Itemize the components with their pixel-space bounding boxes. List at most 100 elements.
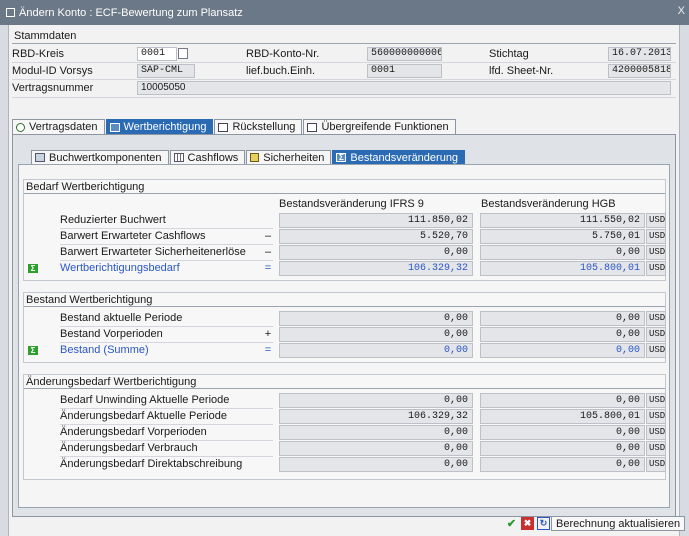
tab-vertragsdaten[interactable]: Vertragsdaten: [12, 119, 105, 134]
ifrs-value[interactable]: 0,00: [279, 425, 473, 440]
rbd-kreis-label: RBD-Kreis: [12, 48, 64, 60]
main-tabstrip: Vertragsdaten Wertberichtigung Rückstell…: [12, 119, 457, 134]
row-label: Bedarf Unwinding Aktuelle Periode: [60, 394, 230, 406]
rbd-kreis-field[interactable]: 0001: [137, 47, 177, 61]
currency-field[interactable]: USD: [646, 343, 666, 358]
sigma-icon: Σ: [28, 346, 38, 355]
sheet-field[interactable]: 4200005818: [608, 64, 671, 78]
hgb-value[interactable]: 0,00: [480, 441, 645, 456]
document-icon: [307, 122, 318, 132]
hgb-value[interactable]: 0,00: [480, 311, 645, 326]
row-operator: =: [264, 262, 272, 274]
ifrs-value[interactable]: 106.329,32: [279, 261, 473, 276]
stichtag-field[interactable]: 16.07.2013: [608, 47, 671, 61]
row-divider: [12, 97, 676, 98]
modul-field[interactable]: SAP-CML: [137, 64, 195, 78]
refresh-icon[interactable]: ↻: [537, 517, 550, 530]
ifrs-value[interactable]: 0,00: [279, 457, 473, 472]
row-operator: –: [264, 246, 272, 258]
row-label: Änderungsbedarf Vorperioden: [60, 426, 207, 438]
tab-buchwertkomponenten[interactable]: Buchwertkomponenten: [31, 150, 169, 164]
cancel-icon[interactable]: ✖: [521, 517, 534, 530]
value-help-icon[interactable]: [178, 48, 188, 59]
table-icon: [109, 122, 120, 132]
sheet-label: lfd. Sheet-Nr.: [489, 65, 554, 77]
tab-label: Sicherheiten: [263, 151, 325, 164]
row-label: Änderungsbedarf Direktabschreibung: [60, 458, 243, 470]
hgb-value[interactable]: 0,00: [480, 343, 645, 358]
currency-field[interactable]: USD: [646, 213, 666, 228]
hgb-value[interactable]: 0,00: [480, 457, 645, 472]
tab-label: Wertberichtigung: [123, 121, 207, 133]
hgb-value[interactable]: 0,00: [480, 245, 645, 260]
hgb-value[interactable]: 105.800,01: [480, 261, 645, 276]
tab-cashflows[interactable]: Cashflows: [169, 150, 246, 164]
row-label: Bestand (Summe): [60, 344, 149, 356]
rbd-konto-field[interactable]: 5600000000065: [367, 47, 442, 61]
row-label: Barwert Erwarteter Cashflows: [60, 230, 206, 242]
calculate-button-label: Berechnung aktualisieren: [556, 517, 681, 530]
dialog-window: Stammdaten RBD-Kreis 0001 RBD-Konto-Nr. …: [8, 25, 680, 536]
tab-label: Vertragsdaten: [29, 121, 98, 133]
close-icon[interactable]: X: [678, 5, 685, 17]
group-title: Änderungsbedarf Wertberichtigung: [24, 375, 665, 389]
sigma-icon: Σ: [336, 153, 347, 162]
currency-field[interactable]: USD: [646, 441, 666, 456]
ifrs-value[interactable]: 0,00: [279, 393, 473, 408]
hgb-value[interactable]: 5.750,01: [480, 229, 645, 244]
confirm-icon[interactable]: ✔: [505, 517, 518, 530]
liefbuch-field[interactable]: 0001: [367, 64, 442, 78]
liefbuch-label: lief.buch.Einh.: [246, 65, 316, 77]
tab-rueckstellung[interactable]: Rückstellung: [214, 119, 303, 134]
currency-field[interactable]: USD: [646, 311, 666, 326]
currency-field[interactable]: USD: [646, 457, 666, 472]
tab-bestandsveraenderung[interactable]: Σ Bestandsveränderung: [332, 150, 466, 164]
magnifier-icon: [16, 122, 25, 132]
row-label: Änderungsbedarf Aktuelle Periode: [60, 410, 227, 422]
ifrs-value[interactable]: 0,00: [279, 327, 473, 342]
ifrs-value[interactable]: 0,00: [279, 343, 473, 358]
hgb-value[interactable]: 0,00: [480, 327, 645, 342]
hgb-value[interactable]: 111.550,02: [480, 213, 645, 228]
hgb-value[interactable]: 105.800,01: [480, 409, 645, 424]
currency-field[interactable]: USD: [646, 261, 666, 276]
hgb-value[interactable]: 0,00: [480, 393, 645, 408]
ifrs-value[interactable]: 0,00: [279, 311, 473, 326]
sub-tabstrip: Buchwertkomponenten Cashflows Sicherheit…: [31, 150, 466, 164]
row-operator: –: [264, 230, 272, 242]
row-label: Wertberichtigungsbedarf: [60, 262, 180, 274]
dialog-toolbar: ✔ ✖ ↻ Berechnung aktualisieren: [505, 516, 686, 531]
stichtag-label: Stichtag: [489, 48, 529, 60]
row-label: Barwert Erwarteter Sicherheitenerlöse: [60, 246, 246, 258]
tab-label: Buchwertkomponenten: [49, 151, 162, 164]
currency-field[interactable]: USD: [646, 393, 666, 408]
window-title: Ändern Konto : ECF-Bewertung zum Plansat…: [19, 6, 243, 19]
tab-wertberichtigung[interactable]: Wertberichtigung: [105, 119, 214, 134]
currency-field[interactable]: USD: [646, 245, 666, 260]
ifrs-value[interactable]: 111.850,02: [279, 213, 473, 228]
sub-tab-panel: Bedarf Wertberichtigung Bestandsveränder…: [18, 164, 670, 508]
currency-field[interactable]: USD: [646, 409, 666, 424]
hgb-value[interactable]: 0,00: [480, 425, 645, 440]
ifrs-value[interactable]: 0,00: [279, 245, 473, 260]
row-label: Reduzierter Buchwert: [60, 214, 166, 226]
vertrag-field[interactable]: 10005050: [137, 81, 671, 95]
column-header-ifrs: Bestandsveränderung IFRS 9: [279, 198, 424, 210]
document-icon: [218, 122, 229, 132]
tab-sicherheiten[interactable]: Sicherheiten: [246, 150, 332, 164]
table-icon: [173, 153, 184, 162]
ifrs-value[interactable]: 0,00: [279, 441, 473, 456]
tab-uebergreifende-funktionen[interactable]: Übergreifende Funktionen: [303, 119, 456, 134]
row-operator: =: [264, 344, 272, 356]
currency-field[interactable]: USD: [646, 327, 666, 342]
row-divider: [12, 79, 676, 80]
tab-label: Bestandsveränderung: [350, 151, 459, 164]
ifrs-value[interactable]: 5.520,70: [279, 229, 473, 244]
currency-field[interactable]: USD: [646, 229, 666, 244]
currency-field[interactable]: USD: [646, 425, 666, 440]
ifrs-value[interactable]: 106.329,32: [279, 409, 473, 424]
row-label: Änderungsbedarf Verbrauch: [60, 442, 198, 454]
shield-icon: [250, 153, 260, 162]
calculate-button[interactable]: Berechnung aktualisieren: [551, 516, 686, 531]
row-divider: [12, 62, 676, 63]
